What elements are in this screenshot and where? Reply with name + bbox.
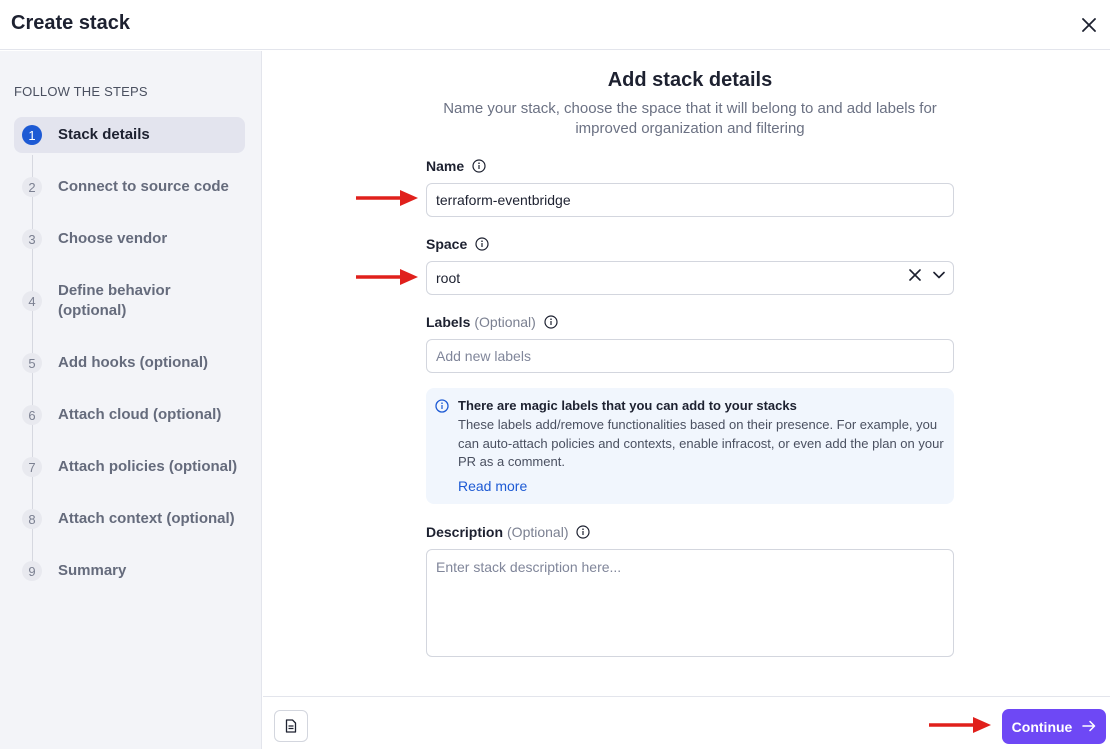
step-define-behavior[interactable]: 4 Define behavior (optional) (14, 281, 245, 321)
step-choose-vendor[interactable]: 3 Choose vendor (14, 229, 245, 249)
step-attach-cloud[interactable]: 6 Attach cloud (optional) (14, 405, 245, 425)
step-label: Attach context (optional) (58, 510, 235, 527)
labels-input[interactable]: Add new labels (426, 339, 954, 373)
arrow-right-icon (1082, 719, 1096, 735)
optional-tag: (Optional) (474, 314, 536, 330)
step-number: 7 (22, 457, 42, 477)
steps-title: FOLLOW THE STEPS (14, 84, 148, 99)
annotation-arrow-icon (356, 190, 418, 206)
info-icon[interactable] (475, 237, 489, 251)
step-number: 2 (22, 177, 42, 197)
description-textarea[interactable]: Enter stack description here... (426, 549, 954, 657)
space-select[interactable]: root (426, 261, 954, 295)
stack-details-form: Add stack details Name your stack, choos… (263, 51, 1110, 696)
space-selected-value: root (436, 270, 461, 286)
step-number: 3 (22, 229, 42, 249)
info-icon (435, 399, 449, 418)
annotation-arrow-icon (929, 717, 991, 733)
description-label-text: Description (426, 524, 504, 540)
space-label: Space (426, 236, 489, 252)
step-attach-context[interactable]: 8 Attach context (optional) (14, 509, 245, 529)
close-icon[interactable] (1076, 12, 1102, 38)
callout-title: There are magic labels that you can add … (458, 398, 797, 413)
description-label: Description (Optional) (426, 524, 591, 540)
step-number: 1 (22, 125, 42, 145)
form-subtitle: Name your stack, choose the space that i… (443, 100, 937, 137)
info-icon[interactable] (576, 525, 591, 539)
continue-button[interactable]: Continue (1002, 709, 1106, 744)
name-input[interactable]: terraform-eventbridge (426, 183, 954, 217)
dialog-title: Create stack (11, 12, 130, 34)
chevron-down-icon[interactable] (933, 271, 945, 279)
step-label: Summary (58, 562, 127, 579)
callout-body: These labels add/remove functionalities … (458, 417, 944, 469)
steps-sidebar: FOLLOW THE STEPS 1 Stack details 2 Conne… (0, 51, 262, 749)
clear-icon[interactable] (909, 269, 921, 281)
step-add-hooks[interactable]: 5 Add hooks (optional) (14, 353, 245, 373)
dialog-header: Create stack (0, 0, 1110, 50)
step-summary[interactable]: 9 Summary (14, 561, 245, 581)
step-label: Choose vendor (58, 230, 168, 247)
step-number: 9 (22, 561, 42, 581)
step-connect-source-code[interactable]: 2 Connect to source code (14, 177, 245, 197)
step-label: Attach policies (optional) (58, 458, 238, 475)
step-number: 5 (22, 353, 42, 373)
continue-label: Continue (1011, 718, 1073, 735)
name-label: Name (426, 158, 486, 174)
document-icon[interactable] (274, 710, 308, 742)
step-label: Stack details (58, 126, 150, 143)
space-label-text: Space (426, 236, 468, 252)
info-icon[interactable] (472, 159, 486, 173)
labels-label: Labels (Optional) (426, 314, 558, 330)
step-stack-details[interactable]: 1 Stack details (14, 117, 245, 153)
step-number: 6 (22, 405, 42, 425)
step-number: 4 (22, 291, 42, 311)
step-label: Add hooks (optional) (58, 354, 208, 371)
step-label: Attach cloud (optional) (58, 406, 222, 423)
step-label: Connect to source code (58, 178, 229, 195)
annotation-arrow-icon (356, 269, 418, 285)
labels-label-text: Labels (426, 314, 471, 330)
step-number: 8 (22, 509, 42, 529)
read-more-link[interactable]: Read more (458, 478, 527, 494)
step-label: Define behavior (optional) (58, 282, 171, 319)
magic-labels-callout: There are magic labels that you can add … (426, 388, 954, 504)
step-attach-policies[interactable]: 7 Attach policies (optional) (14, 457, 245, 477)
optional-tag: (Optional) (507, 524, 569, 540)
form-title: Add stack details (607, 69, 773, 91)
name-label-text: Name (426, 158, 465, 174)
info-icon[interactable] (544, 315, 558, 329)
